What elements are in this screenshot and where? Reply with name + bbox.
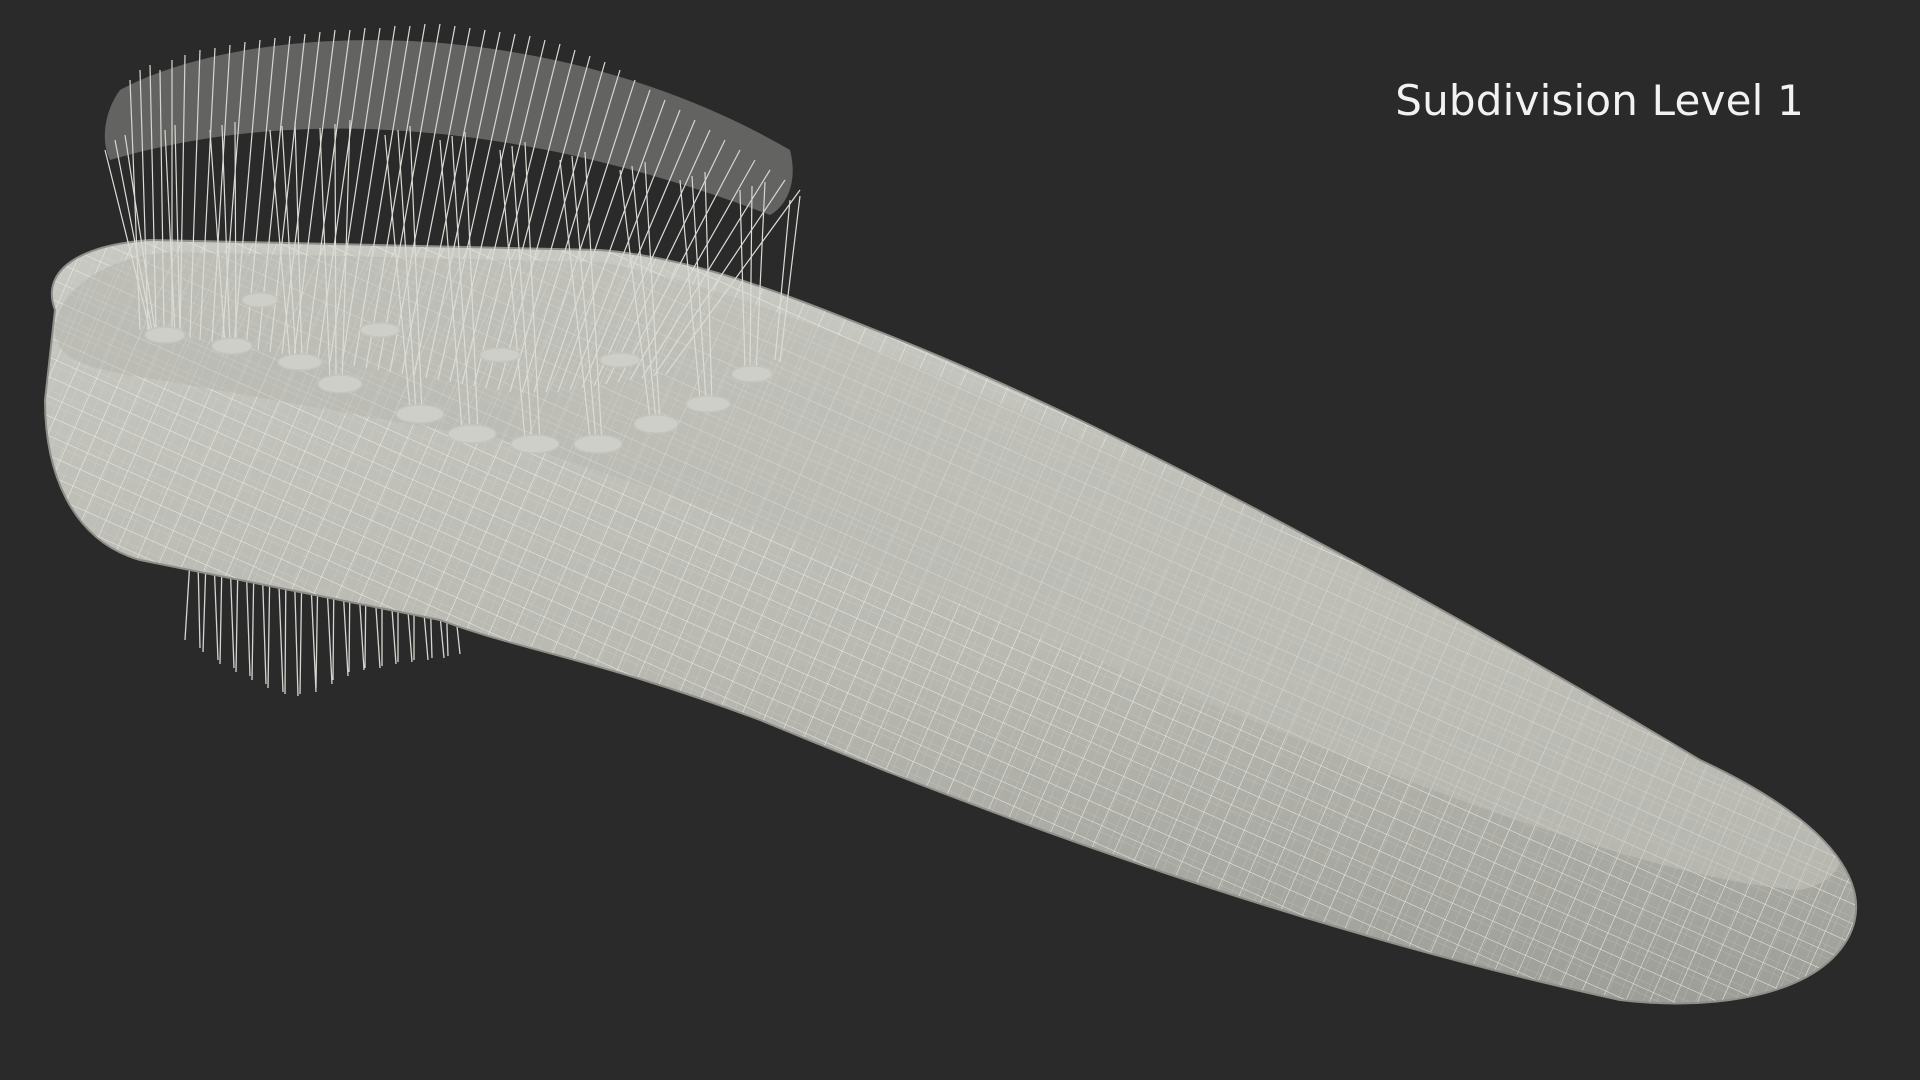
viewport: Subdivision Level 1 <box>0 0 1920 1080</box>
brush-wireframe-render <box>43 23 1858 1005</box>
subdivision-level-label: Subdivision Level 1 <box>1395 76 1804 125</box>
brush-body <box>43 238 1858 1005</box>
